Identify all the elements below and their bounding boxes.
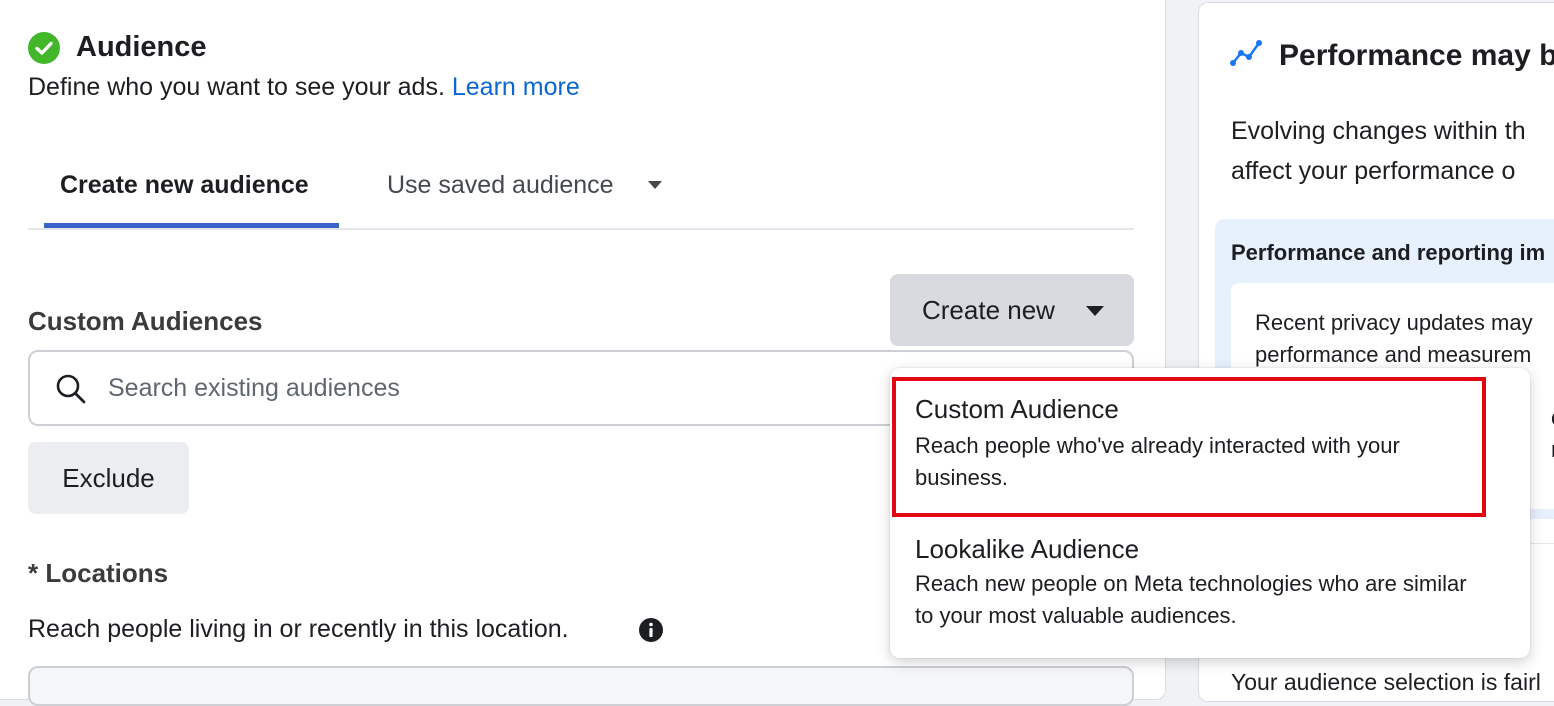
create-new-button[interactable]: Create new [890,274,1134,346]
search-icon [56,374,86,404]
menu-item-description: Reach new people on Meta technologies wh… [915,571,1467,628]
info-icon[interactable] [638,617,664,643]
section-title: Audience [76,31,207,63]
menu-item-title: Lookalike Audience [915,534,1140,564]
tab-divider [28,228,1134,230]
exclude-button[interactable]: Exclude [28,442,189,514]
performance-text-line: affect your performance o [1231,157,1516,185]
notice-line: Recent privacy updates may [1255,310,1533,335]
learn-more-link[interactable]: Learn more [452,73,580,101]
menu-item-title: Custom Audience [915,394,1119,424]
menu-item-description: Reach people who've already interacted w… [915,433,1400,490]
locations-description: Reach people living in or recently in th… [28,615,569,643]
check-circle-icon [28,32,60,64]
performance-text-line: Evolving changes within th [1231,117,1526,145]
create-new-dropdown-menu: Custom Audience Reach people who've alre… [890,368,1530,658]
locations-field[interactable] [28,666,1134,706]
tab-use-saved-audience[interactable]: Use saved audience [387,167,614,203]
audience-selection-text: Your audience selection is fairl [1231,669,1541,695]
notice-title: Performance and reporting im [1231,240,1546,265]
caret-down-icon [1086,306,1104,316]
custom-audiences-label: Custom Audiences [28,306,263,336]
menu-item-lookalike-audience[interactable]: Lookalike Audience Reach new people on M… [890,520,1530,656]
menu-item-custom-audience[interactable]: Custom Audience Reach people who've alre… [890,374,1530,518]
tab-create-new-audience[interactable]: Create new audience [60,167,309,203]
section-description: Define who you want to see your ads. Lea… [28,71,580,103]
performance-text: Evolving changes within th affect your p… [1231,111,1554,191]
description-text: Define who you want to see your ads. [28,73,445,101]
notice-line: performance and measurem [1255,342,1532,367]
performance-title: Performance may b [1279,39,1554,72]
chevron-down-icon[interactable] [648,181,662,189]
create-new-label: Create new [922,295,1055,325]
search-input[interactable] [108,368,808,408]
locations-label: * Locations [28,558,169,588]
performance-chart-icon [1230,40,1262,66]
notice-body: Recent privacy updates may performance a… [1255,307,1533,371]
